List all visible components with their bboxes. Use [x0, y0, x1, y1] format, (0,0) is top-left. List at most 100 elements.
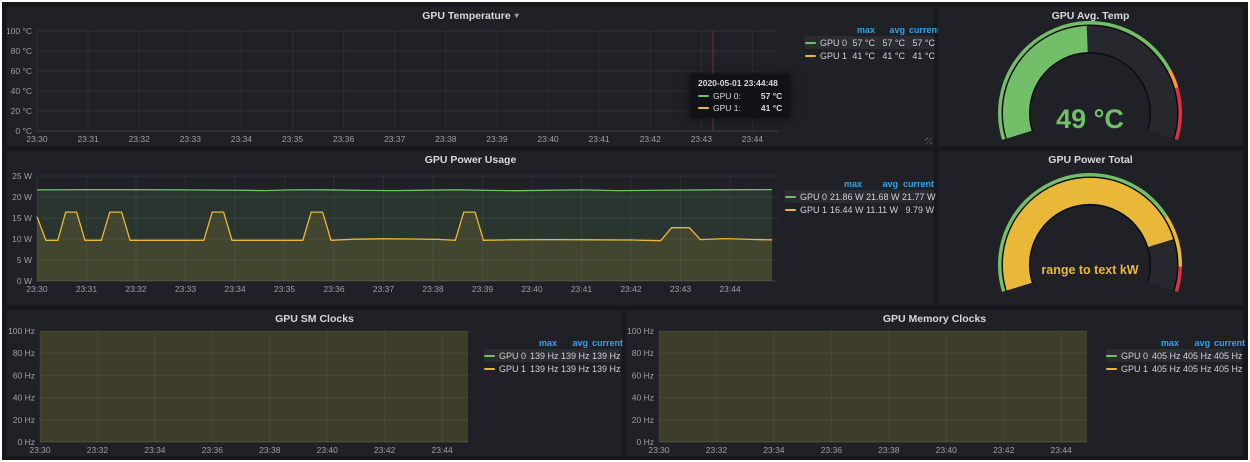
legend-series-row[interactable]: GPU 1405 Hz405 Hz405 Hz: [1106, 362, 1241, 375]
legend-header-current[interactable]: current: [905, 25, 935, 35]
gpu-sm-clocks-legend: maxavgcurrentGPU 0139 Hz139 Hz139 HzGPU …: [484, 336, 619, 375]
legend-header-current[interactable]: current: [898, 179, 934, 189]
legend-stat-value: 16.44 W: [826, 205, 862, 215]
x-axis-label: 23:34: [224, 284, 246, 294]
legend-header-max[interactable]: max: [826, 179, 862, 189]
y-axis-label: 20 Hz: [632, 415, 654, 425]
x-axis-label: 23:33: [180, 134, 202, 144]
legend-series-name[interactable]: GPU 1: [800, 205, 827, 215]
panel-title-text: GPU Memory Clocks: [883, 313, 986, 325]
legend-series-name[interactable]: GPU 1: [820, 51, 847, 61]
gpu-temperature-chart[interactable]: 0 °C20 °C40 °C60 °C80 °C100 °C23:3023:31…: [7, 7, 934, 146]
legend-stat-value: 405 Hz: [1148, 364, 1179, 374]
legend-header-max[interactable]: max: [526, 338, 557, 348]
legend-stat-value: 57 °C: [875, 38, 905, 48]
panel-title-gpu-sm-clocks[interactable]: GPU SM Clocks: [7, 313, 622, 325]
gpu-power-usage-chart[interactable]: 0 W5 W10 W15 W20 W25 W23:3023:3123:3223:…: [7, 151, 934, 305]
panel-title-text: GPU SM Clocks: [275, 313, 354, 325]
gpu-power-total-gauge: range to text kW: [938, 151, 1243, 305]
x-axis-label: 23:40: [936, 445, 958, 455]
panel-title-text: GPU Power Usage: [425, 154, 517, 166]
panel-title-text: GPU Avg. Temp: [1052, 10, 1130, 22]
y-axis-label: 10 W: [12, 234, 32, 244]
legend-header-avg[interactable]: avg: [875, 25, 905, 35]
legend-stat-value: 11.11 W: [862, 205, 898, 215]
legend-stat-value: 139 Hz: [588, 351, 619, 361]
chart-tooltip: 2020-05-01 23:44:48GPU 0:57 °CGPU 1:41 °…: [690, 74, 790, 118]
legend-series-row[interactable]: GPU 057 °C57 °C57 °C: [805, 36, 935, 49]
legend-header-avg[interactable]: avg: [862, 179, 898, 189]
legend-series-row[interactable]: GPU 0405 Hz405 Hz405 Hz: [1106, 349, 1241, 362]
x-axis-label: 23:35: [274, 284, 296, 294]
legend-stat-value: 21.86 W: [826, 192, 862, 202]
legend-series-row[interactable]: GPU 116.44 W11.11 W9.79 W: [785, 203, 934, 216]
x-axis-label: 23:39: [472, 284, 494, 294]
legend-series-name[interactable]: GPU 0: [1121, 351, 1148, 361]
offscale-area-fill: [40, 331, 468, 442]
x-axis-label: 23:32: [125, 284, 147, 294]
y-axis-label: 20 Hz: [13, 415, 35, 425]
legend-header-max[interactable]: max: [1148, 338, 1179, 348]
legend-stat-value: 41 °C: [905, 51, 935, 61]
x-axis-label: 23:32: [706, 445, 728, 455]
panel-gpu-memory-clocks: GPU Memory Clocks 0 Hz20 Hz40 Hz60 Hz80 …: [626, 310, 1243, 456]
legend-series-row[interactable]: GPU 1139 Hz139 Hz139 Hz: [484, 362, 619, 375]
panel-title-gpu-power-total[interactable]: GPU Power Total: [938, 154, 1243, 166]
series-color-dash-icon: [805, 42, 816, 44]
legend-header-row: maxavgcurrent: [484, 336, 619, 349]
x-axis-label: 23:42: [993, 445, 1015, 455]
x-axis-label: 23:34: [763, 445, 785, 455]
legend-series-name[interactable]: GPU 0: [800, 192, 827, 202]
x-axis-label: 23:36: [202, 445, 224, 455]
panel-gpu-power-total: GPU Power Total range to text kW: [938, 151, 1243, 305]
x-axis-label: 23:43: [670, 284, 692, 294]
tooltip-series-row: GPU 1:41 °C: [698, 103, 782, 113]
gpu-power-usage-legend: maxavgcurrentGPU 021.86 W21.68 W21.77 WG…: [785, 177, 934, 216]
legend-stat-value: 41 °C: [875, 51, 905, 61]
x-axis-label: 23:40: [521, 284, 543, 294]
y-axis-label: 40 °C: [11, 86, 32, 96]
x-axis-label: 23:38: [878, 445, 900, 455]
legend-header-avg[interactable]: avg: [557, 338, 588, 348]
legend-header-row: maxavgcurrent: [1106, 336, 1241, 349]
legend-stat-value: 9.79 W: [898, 205, 934, 215]
panel-title-gpu-avg-temp[interactable]: GPU Avg. Temp: [938, 10, 1243, 22]
x-axis-label: 23:38: [422, 284, 444, 294]
x-axis-label: 23:42: [374, 445, 396, 455]
legend-header-current[interactable]: current: [588, 338, 619, 348]
series-color-dash-icon: [698, 107, 709, 109]
x-axis-label: 23:30: [29, 445, 51, 455]
panel-title-gpu-power-usage[interactable]: GPU Power Usage: [7, 154, 934, 166]
legend-stat-value: 405 Hz: [1179, 351, 1210, 361]
legend-series-name[interactable]: GPU 1: [1121, 364, 1148, 374]
x-axis-label: 23:41: [571, 284, 593, 294]
legend-series-name[interactable]: GPU 1: [499, 364, 526, 374]
y-axis-label: 5 W: [17, 255, 32, 265]
y-axis-label: 20 °C: [11, 106, 32, 116]
x-axis-label: 23:44: [1051, 445, 1073, 455]
panel-title-gpu-memory-clocks[interactable]: GPU Memory Clocks: [626, 313, 1243, 325]
tooltip-timestamp: 2020-05-01 23:44:48: [698, 78, 782, 88]
legend-series-name[interactable]: GPU 0: [820, 38, 847, 48]
grid: [37, 31, 778, 131]
legend-series-row[interactable]: GPU 021.86 W21.68 W21.77 W: [785, 190, 934, 203]
tooltip-series-value: 41 °C: [745, 103, 782, 113]
legend-series-row[interactable]: GPU 0139 Hz139 Hz139 Hz: [484, 349, 619, 362]
x-axis-label: 23:32: [87, 445, 109, 455]
gpu-memory-clocks-chart[interactable]: 0 Hz20 Hz40 Hz60 Hz80 Hz100 Hz23:3023:32…: [626, 310, 1243, 456]
series-color-dash-icon: [698, 95, 709, 97]
x-axis-label: 23:42: [640, 134, 662, 144]
legend-header-max[interactable]: max: [845, 25, 875, 35]
legend-header-current[interactable]: current: [1210, 338, 1241, 348]
x-axis-label: 23:44: [432, 445, 454, 455]
gpu-sm-clocks-chart[interactable]: 0 Hz20 Hz40 Hz60 Hz80 Hz100 Hz23:3023:32…: [7, 310, 622, 456]
legend-series-name[interactable]: GPU 0: [499, 351, 526, 361]
y-axis-label: 25 W: [12, 171, 32, 181]
y-axis-label: 60 °C: [11, 66, 32, 76]
legend-header-avg[interactable]: avg: [1179, 338, 1210, 348]
panel-resize-handle[interactable]: [925, 137, 932, 144]
panel-title-gpu-temperature[interactable]: GPU Temperature▾: [7, 10, 934, 22]
legend-series-row[interactable]: GPU 141 °C41 °C41 °C: [805, 49, 935, 62]
x-axis-label: 23:41: [588, 134, 610, 144]
x-axis-label: 23:34: [144, 445, 166, 455]
